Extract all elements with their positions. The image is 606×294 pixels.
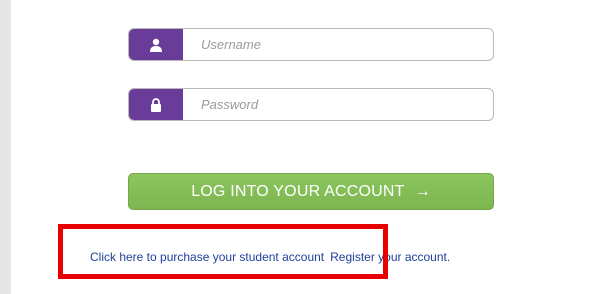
login-button-label: LOG INTO YOUR ACCOUNT — [191, 182, 405, 200]
username-input[interactable] — [183, 29, 493, 60]
arrow-right-icon: → — [414, 182, 431, 200]
left-border-bar — [0, 0, 11, 294]
lock-icon — [129, 89, 183, 120]
password-input[interactable] — [183, 89, 493, 120]
user-icon — [129, 29, 183, 60]
username-field[interactable] — [128, 28, 494, 61]
password-field[interactable] — [128, 88, 494, 121]
highlight-annotation-box — [58, 224, 388, 279]
login-button[interactable]: LOG INTO YOUR ACCOUNT → — [128, 173, 494, 210]
